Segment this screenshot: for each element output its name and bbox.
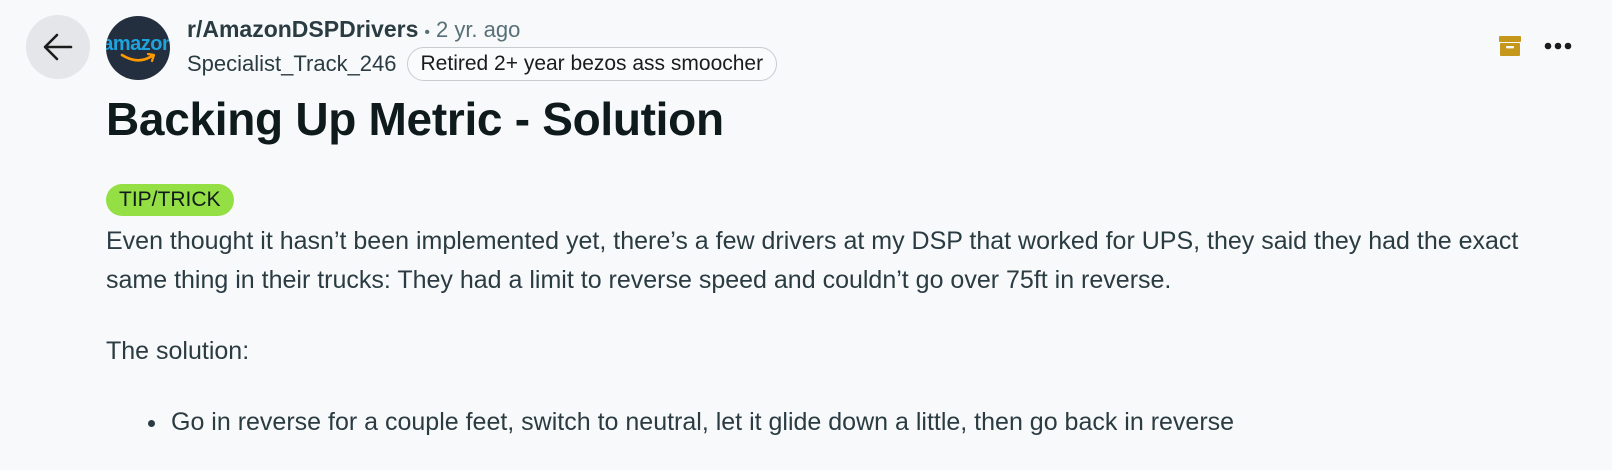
post-flair-tag[interactable]: TIP/TRICK bbox=[106, 184, 234, 216]
author-username[interactable]: Specialist_Track_246 bbox=[187, 51, 397, 77]
user-flair-badge: Retired 2+ year bezos ass smoocher bbox=[406, 47, 778, 81]
post-meta-bottom: Specialist_Track_246 Retired 2+ year bez… bbox=[187, 47, 778, 81]
body-bullet-list: Go in reverse for a couple feet, switch … bbox=[106, 403, 1576, 442]
more-options-icon[interactable] bbox=[1544, 42, 1572, 50]
post-meta-top: r/AmazonDSPDrivers • 2 yr. ago bbox=[187, 16, 520, 43]
post-timestamp: 2 yr. ago bbox=[435, 17, 521, 42]
subreddit-link[interactable]: r/AmazonDSPDrivers bbox=[187, 16, 418, 43]
back-arrow-icon bbox=[43, 33, 73, 61]
post-actions bbox=[1498, 34, 1572, 58]
archive-icon[interactable] bbox=[1498, 34, 1522, 58]
post-body: Even thought it hasn’t been implemented … bbox=[106, 222, 1576, 442]
body-paragraph: The solution: bbox=[106, 337, 250, 365]
post-title: Backing Up Metric - Solution bbox=[106, 93, 724, 145]
body-paragraph: Even thought it hasn’t been implemented … bbox=[106, 227, 1519, 294]
subreddit-avatar[interactable]: amazon bbox=[106, 16, 170, 80]
meta-separator: • bbox=[424, 24, 430, 41]
list-item: Go in reverse for a couple feet, switch … bbox=[169, 403, 1576, 442]
amazon-smile-icon bbox=[120, 52, 156, 62]
back-button[interactable] bbox=[26, 15, 90, 79]
